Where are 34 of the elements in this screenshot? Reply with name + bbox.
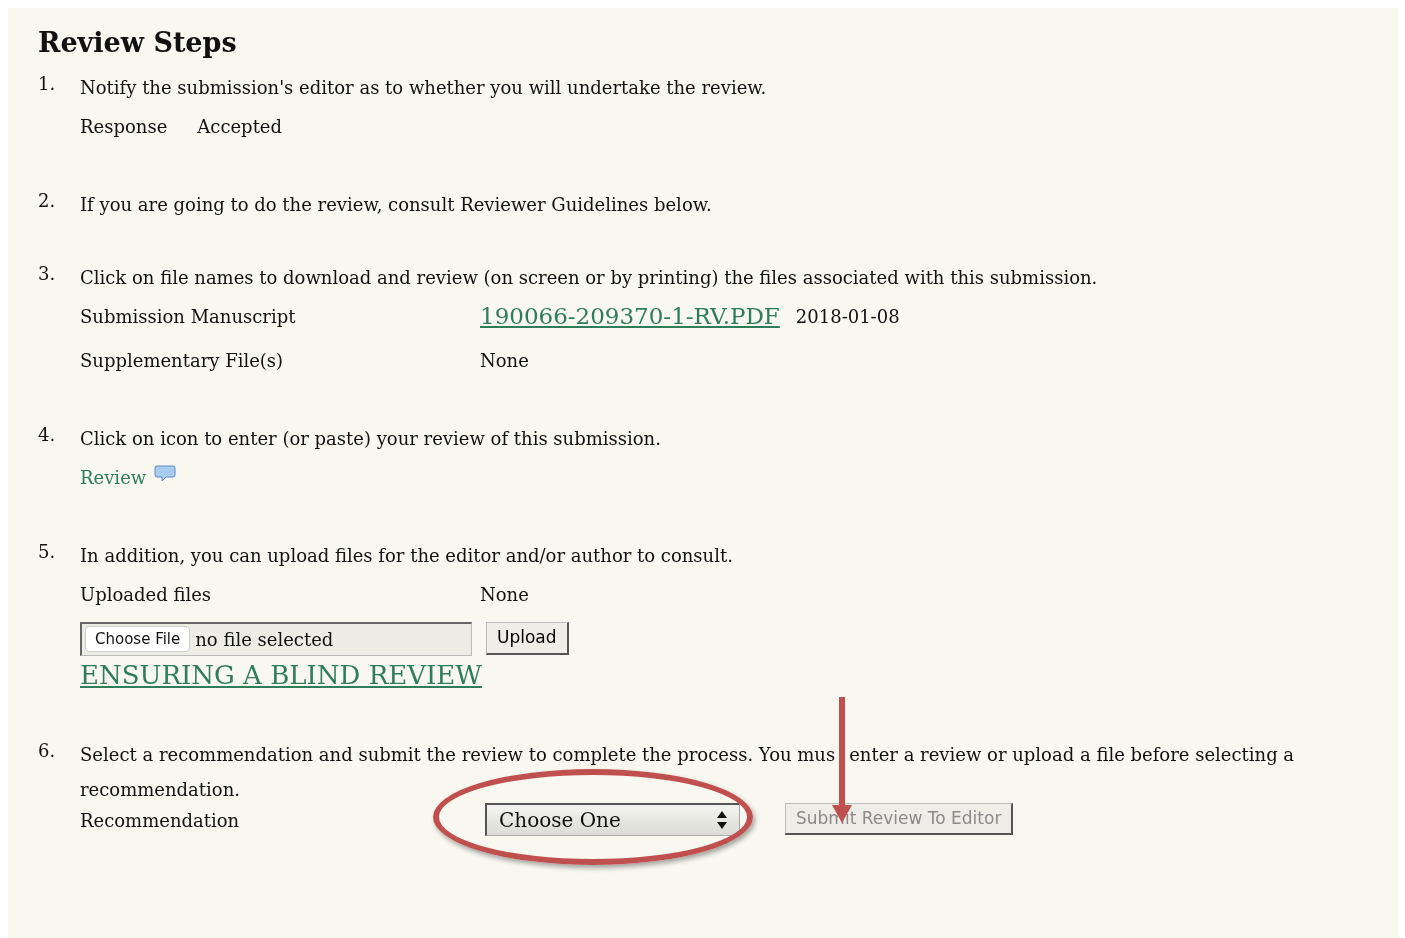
step-instruction: recommendation.	[80, 777, 241, 802]
field-value: None	[480, 583, 529, 608]
step-instruction: If you are going to do the review, consult Reviewer Guidelines below.	[80, 192, 713, 217]
review-link[interactable]: Review	[80, 464, 147, 492]
field-value: None	[480, 349, 529, 374]
blind-review-link[interactable]: ENSURING A BLIND REVIEW	[80, 660, 482, 690]
step-number: 1.	[38, 71, 57, 96]
field-value: Accepted	[197, 115, 283, 140]
upload-button[interactable]: Upload	[486, 622, 569, 655]
field-label: Response	[80, 115, 168, 140]
step-instruction: Click on icon to enter (or paste) your review of this submission.	[80, 426, 662, 451]
choose-file-button[interactable]: Choose File	[85, 625, 191, 653]
file-date: 2018-01-08	[795, 305, 900, 330]
step-number: 2.	[38, 188, 57, 213]
dropdown-arrows-icon	[717, 810, 727, 829]
field-label: Recommendation	[80, 808, 241, 833]
step-number: 5.	[38, 539, 57, 564]
file-status: no file selected	[195, 627, 334, 652]
speech-bubble-icon[interactable]	[154, 464, 177, 483]
step-number: 3.	[38, 261, 57, 286]
field-label: Supplementary File(s)	[80, 349, 285, 374]
step-instruction: Click on file names to download and review (on screen or by printing) the files associated with this submission.	[80, 265, 1099, 290]
field-label: Submission Manuscript	[80, 305, 297, 330]
step-instruction: Select a recommendation and submit the review to complete the process. You mus	[80, 743, 836, 765]
file-link[interactable]: 190066-209370-1-RV.PDF	[480, 299, 780, 334]
step-instruction: enter a review or upload a file before selecting a	[849, 743, 1295, 765]
step-instruction: In addition, you can upload files for the editor and/or author to consult.	[80, 543, 734, 568]
field-label: Uploaded files	[80, 583, 213, 608]
recommendation-select[interactable]: Choose One	[485, 802, 740, 836]
file-input[interactable]: Choose File no file selected	[80, 621, 472, 656]
step-number: 4.	[38, 422, 57, 447]
page-heading: Review Steps	[38, 28, 238, 58]
step-number: 6.	[38, 738, 57, 763]
step-instruction: Notify the submission's editor as to whether you will undertake the review.	[80, 75, 768, 100]
